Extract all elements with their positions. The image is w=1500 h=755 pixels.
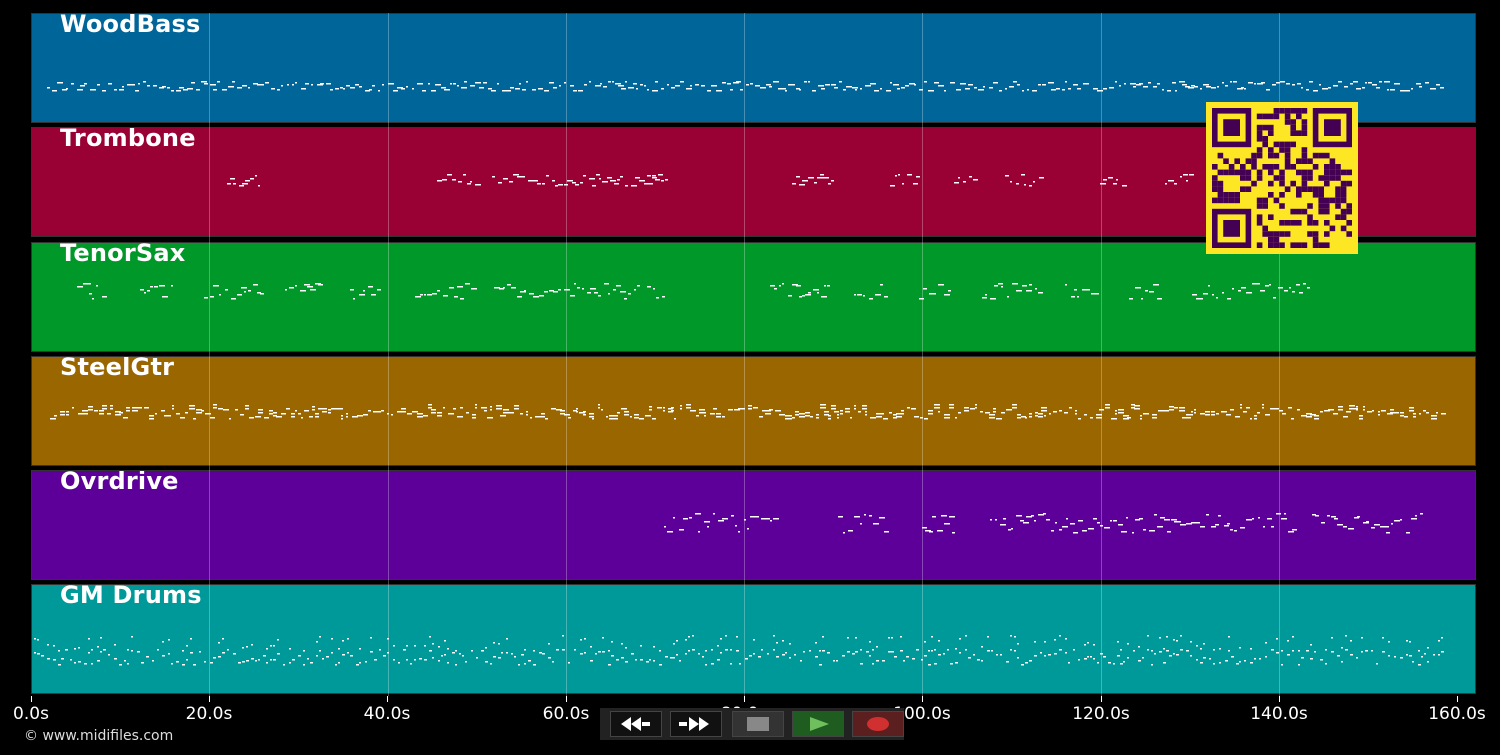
axis-tick xyxy=(1279,696,1280,702)
gridline xyxy=(744,13,745,696)
axis-tick-label: 20.0s xyxy=(185,704,233,724)
record-button[interactable] xyxy=(852,711,904,737)
axis-tick xyxy=(1101,696,1102,702)
track-name: WoodBass xyxy=(60,13,201,38)
axis-tick xyxy=(31,696,32,702)
transport-controls xyxy=(600,708,904,740)
fast-forward-button[interactable] xyxy=(670,711,722,737)
record-icon xyxy=(867,717,889,731)
copyright-notice: © www.midifiles.com xyxy=(24,728,174,744)
axis-tick-label: 160.0s xyxy=(1428,704,1486,724)
note-pattern xyxy=(77,283,1310,300)
axis-tick xyxy=(209,696,210,702)
track-lane-ovrdrive[interactable]: Ovrdrive xyxy=(31,470,1476,580)
gridline xyxy=(566,13,567,696)
axis-tick xyxy=(922,696,923,702)
note-pattern xyxy=(50,404,1446,420)
axis-tick-label: 0.0s xyxy=(13,704,49,724)
axis-tick xyxy=(744,696,745,702)
track-name: Trombone xyxy=(60,127,196,152)
gridline xyxy=(922,13,923,696)
play-button[interactable] xyxy=(792,711,844,737)
qr-code xyxy=(1206,102,1358,254)
axis-tick-label: 60.0s xyxy=(542,704,590,724)
track-name: SteelGtr xyxy=(60,356,175,381)
track-name: GM Drums xyxy=(60,584,202,609)
stop-icon xyxy=(747,717,769,731)
stop-button[interactable] xyxy=(732,711,784,737)
qr-code-icon xyxy=(1212,108,1352,248)
axis-tick xyxy=(1457,696,1458,702)
axis-tick-label: 40.0s xyxy=(363,704,411,724)
fast-forward-icon xyxy=(679,717,709,731)
axis-tick-label: 140.0s xyxy=(1250,704,1308,724)
track-name: TenorSax xyxy=(60,242,186,267)
gridline xyxy=(1101,13,1102,696)
axis-tick-label: 120.0s xyxy=(1072,704,1130,724)
track-lane-tenorsax[interactable]: TenorSax xyxy=(31,242,1476,352)
gridline xyxy=(209,13,210,696)
axis-tick xyxy=(387,696,388,702)
note-pattern xyxy=(664,513,1423,534)
play-icon xyxy=(810,717,829,731)
track-name: Ovrdrive xyxy=(60,470,179,495)
rewind-icon xyxy=(621,717,650,731)
note-pattern xyxy=(34,635,1444,666)
track-lane-gm-drums[interactable]: GM Drums xyxy=(31,584,1476,694)
track-lane-steelgtr[interactable]: SteelGtr xyxy=(31,356,1476,466)
axis-tick xyxy=(566,696,567,702)
gridline xyxy=(388,13,389,696)
rewind-button[interactable] xyxy=(610,711,662,737)
